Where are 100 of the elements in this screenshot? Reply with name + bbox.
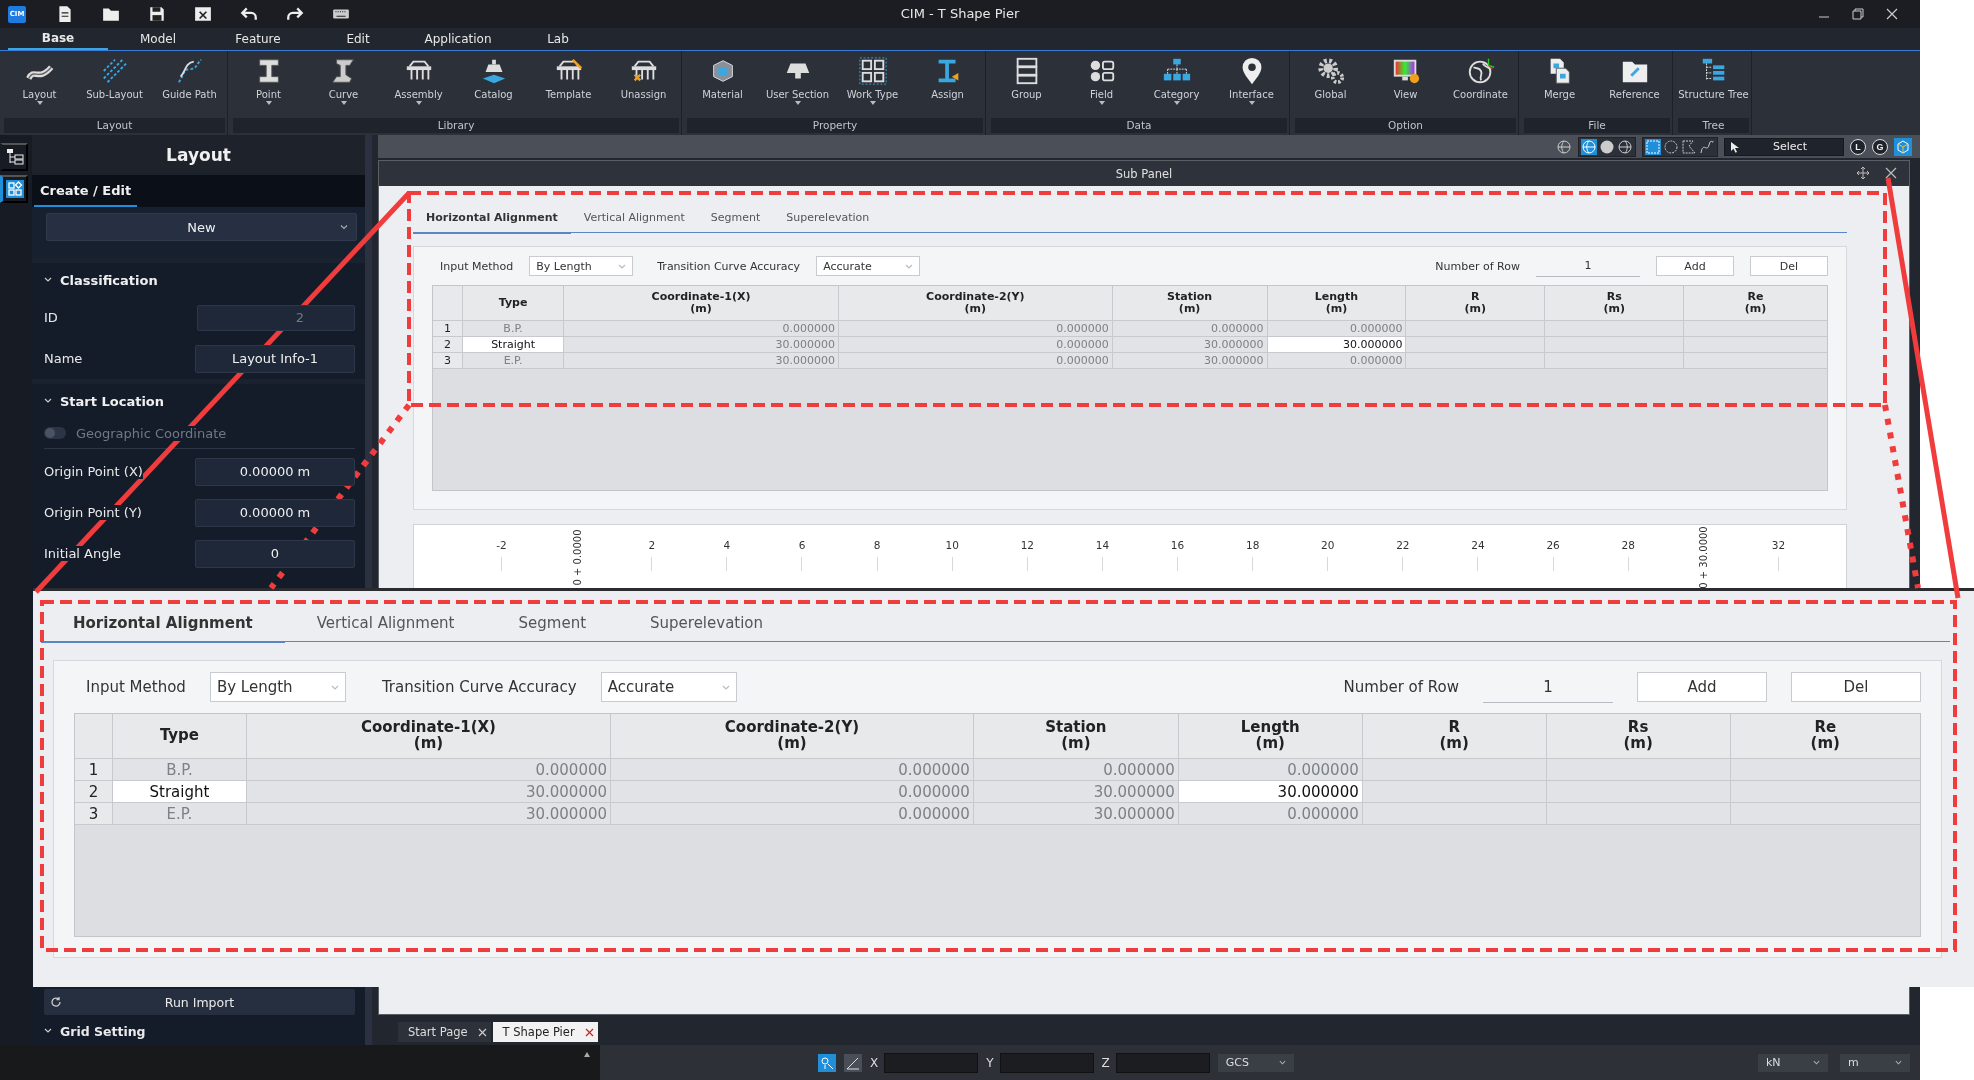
ribbon-button[interactable]: Global <box>1293 51 1368 118</box>
table-cell[interactable]: 30.000000 <box>1178 781 1362 802</box>
ribbon-button[interactable]: Group <box>989 51 1064 118</box>
action-button[interactable]: Del <box>1791 672 1921 702</box>
input-field[interactable]: 0 <box>195 539 355 568</box>
collapse-chevron-icon[interactable] <box>44 398 52 404</box>
coordinate-field[interactable] <box>999 1052 1094 1073</box>
ribbon-button[interactable]: Work Type <box>835 51 910 118</box>
ribbon-button[interactable]: Reference <box>1597 51 1672 118</box>
force-unit-dropdown[interactable]: kN <box>1758 1053 1828 1072</box>
tick-label: 18 <box>1245 539 1260 553</box>
globe-icon[interactable] <box>1556 138 1572 155</box>
cube-icon[interactable] <box>1894 137 1912 156</box>
ribbon-button[interactable]: Structure Tree <box>1676 51 1751 118</box>
table-cell[interactable]: Straight <box>463 337 564 352</box>
ribbon-button[interactable]: Coordinate <box>1443 51 1518 118</box>
menu-tab[interactable]: Model <box>108 28 208 50</box>
dropdown[interactable]: By Length <box>209 672 346 702</box>
view-toggle[interactable]: G <box>1872 138 1888 155</box>
close-icon[interactable] <box>1885 167 1897 179</box>
close-file-icon[interactable] <box>194 5 212 23</box>
save-icon[interactable] <box>148 5 166 23</box>
redo-icon[interactable] <box>286 5 304 23</box>
document-tab[interactable]: T Shape Pier <box>492 1022 598 1042</box>
restore-icon[interactable] <box>1852 8 1864 20</box>
panel-title: Sub Panel <box>1115 166 1173 181</box>
tab[interactable]: Superelevation <box>773 204 883 234</box>
menu-tab[interactable]: Lab <box>508 28 608 50</box>
ribbon-button[interactable]: Merge <box>1522 51 1597 118</box>
ribbon-button[interactable]: Assign <box>910 51 985 118</box>
tab[interactable]: Segment <box>697 204 774 234</box>
ribbon-button[interactable]: Curve <box>306 51 381 118</box>
tab[interactable]: Vertical Alignment <box>570 204 698 234</box>
row-count-field[interactable]: 1 <box>1483 671 1613 703</box>
ribbon-button[interactable]: Catalog <box>456 51 531 118</box>
input-field[interactable]: 0.00000 m <box>195 457 355 486</box>
close-icon[interactable] <box>584 1027 594 1037</box>
document-tab[interactable]: Start Page <box>398 1022 491 1042</box>
angle-icon[interactable] <box>844 1053 862 1072</box>
tick-label: 24 <box>1471 539 1485 553</box>
input-field[interactable]: 0.00000 m <box>195 498 355 527</box>
ribbon-button[interactable]: View <box>1368 51 1443 118</box>
ribbon-button[interactable]: User Section <box>760 51 835 118</box>
menu-tab[interactable]: Feature <box>208 28 308 50</box>
ribbon-button[interactable]: Assembly <box>381 51 456 118</box>
side-tab[interactable] <box>0 143 28 171</box>
dropdown[interactable]: Accurate <box>816 256 921 276</box>
ribbon-button[interactable]: Layout <box>2 51 77 118</box>
action-button[interactable]: Add <box>1656 256 1734 276</box>
undo-icon[interactable] <box>240 5 258 23</box>
row-count-field[interactable]: 1 <box>1536 255 1640 277</box>
sphere-outline-icon[interactable] <box>1617 138 1633 155</box>
action-button[interactable]: Del <box>1750 256 1828 276</box>
ribbon-button[interactable]: Material <box>685 51 760 118</box>
tab[interactable]: Vertical Alignment <box>284 605 487 643</box>
action-button[interactable]: Add <box>1637 672 1767 702</box>
tab[interactable]: Superelevation <box>618 605 796 643</box>
select-mode-dropdown[interactable]: Select <box>1724 137 1844 156</box>
dropdown[interactable]: Accurate <box>600 672 737 702</box>
box-select-icon[interactable] <box>1645 138 1661 155</box>
ribbon-button[interactable]: Interface <box>1214 51 1289 118</box>
ribbon-button[interactable]: Point <box>231 51 306 118</box>
freehand-select-icon[interactable] <box>1699 138 1715 155</box>
coordinate-field[interactable] <box>884 1052 979 1073</box>
wireframe-sphere-icon[interactable] <box>1581 138 1597 155</box>
document-icon[interactable] <box>56 5 74 23</box>
menu-tab[interactable]: Application <box>408 28 508 50</box>
ribbon-button[interactable]: Template <box>531 51 606 118</box>
coordinate-system-dropdown[interactable]: GCS <box>1217 1053 1294 1072</box>
dropdown-arrow-icon <box>794 101 801 105</box>
mode-dropdown[interactable]: New <box>46 213 357 241</box>
view-toggle[interactable]: L <box>1850 138 1866 155</box>
length-unit-dropdown[interactable]: m <box>1840 1053 1910 1072</box>
tab[interactable]: Segment <box>486 605 618 643</box>
table-cell[interactable]: 30.000000 <box>1267 337 1406 352</box>
collapse-chevron-icon[interactable] <box>44 277 52 283</box>
collapse-chevron-icon[interactable] <box>44 1028 52 1034</box>
folder-icon[interactable] <box>102 5 120 23</box>
circle-select-icon[interactable] <box>1663 138 1679 155</box>
scroll-up-icon[interactable] <box>584 1052 590 1057</box>
column-header: Re (m) <box>1684 286 1827 320</box>
run-import-button[interactable]: Run Import <box>44 989 355 1015</box>
table-cell[interactable]: Straight <box>113 781 246 802</box>
ribbon-button[interactable]: Category <box>1139 51 1214 118</box>
side-tab[interactable] <box>0 175 28 203</box>
move-icon[interactable] <box>1857 167 1869 179</box>
toggle-switch[interactable] <box>44 427 66 439</box>
polygon-select-icon[interactable] <box>1681 138 1697 155</box>
input-field[interactable]: Layout Info-1 <box>195 344 355 373</box>
coordinate-field[interactable] <box>1115 1052 1210 1073</box>
dropdown[interactable]: By Length <box>529 256 634 276</box>
tab[interactable]: Horizontal Alignment <box>41 605 285 643</box>
ribbon-button[interactable]: Unassign <box>606 51 681 118</box>
menu-tab[interactable]: Edit <box>308 28 408 50</box>
ribbon-button[interactable]: Guide Path <box>152 51 227 118</box>
solid-sphere-icon[interactable] <box>1599 138 1615 155</box>
snap-icon[interactable] <box>818 1053 836 1072</box>
tab[interactable]: Horizontal Alignment <box>413 204 571 234</box>
ribbon-button[interactable]: Sub-Layout <box>77 51 152 118</box>
ribbon-button[interactable]: Field <box>1064 51 1139 118</box>
